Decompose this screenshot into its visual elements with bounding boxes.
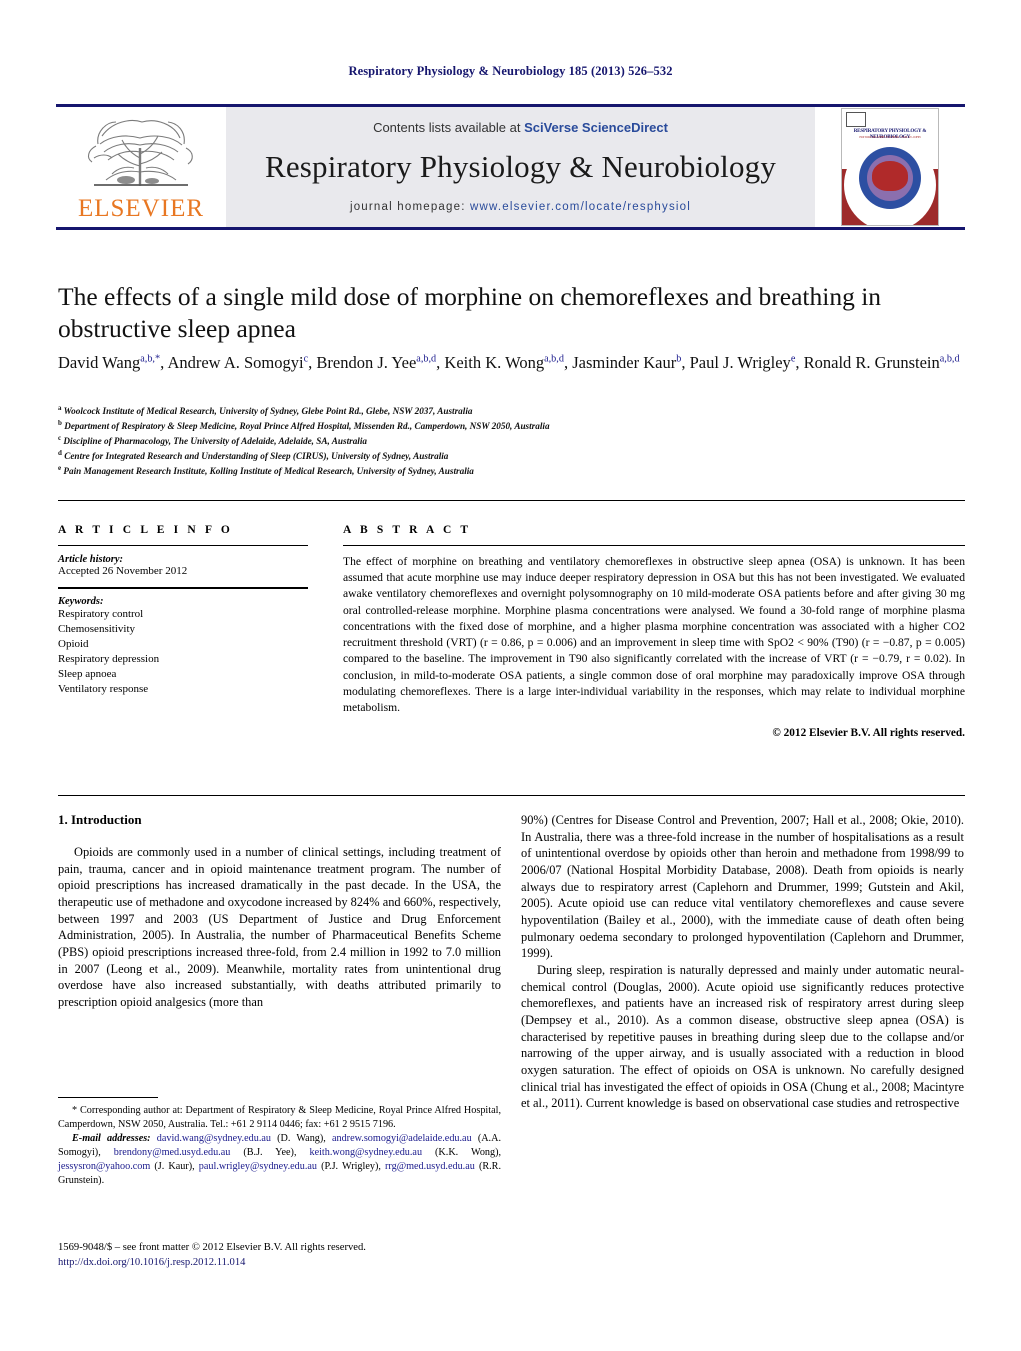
affiliation-item: c Discipline of Pharmacology, The Univer… [58, 434, 963, 449]
footnote-block: * Corresponding author at: Department of… [58, 1104, 501, 1188]
article-info-heading: A R T I C L E I N F O [58, 524, 233, 536]
affiliation-text: Woolcock Institute of Medical Research, … [63, 406, 473, 416]
colophon-block: 1569-9048/$ – see front matter © 2012 El… [58, 1240, 528, 1271]
author-marks: a,b,d [416, 353, 437, 365]
email-addresses-label: E-mail addresses: [72, 1133, 151, 1145]
keywords-list: Respiratory control Chemosensitivity Opi… [58, 607, 308, 697]
abstract-text: The effect of morphine on breathing and … [343, 555, 965, 714]
paragraph: During sleep, respiration is naturally d… [521, 963, 964, 1111]
author-name: Paul J. Wrigley [689, 353, 791, 372]
section-heading-introduction: 1. Introduction [58, 812, 142, 827]
affiliation-item: b Department of Respiratory & Sleep Medi… [58, 419, 963, 434]
keyword-item: Sleep apnoea [58, 667, 117, 680]
author-marks: a,b,d [939, 353, 960, 365]
masthead-center: Contents lists available at SciVerse Sci… [226, 107, 815, 227]
journal-title: Respiratory Physiology & Neurobiology [264, 148, 777, 184]
body-column-right: 90%) (Centres for Disease Control and Pr… [521, 812, 964, 1112]
elsevier-logo: ELSEVIER [56, 107, 226, 227]
info-top-rule [58, 500, 965, 501]
email-link[interactable]: paul.wrigley@sydney.edu.au [199, 1161, 317, 1172]
journal-reference: Respiratory Physiology & Neurobiology 18… [348, 64, 673, 78]
author-marks: a,b,* [140, 353, 161, 365]
paragraph: 90%) (Centres for Disease Control and Pr… [521, 813, 964, 961]
elsevier-wordmark: ELSEVIER [77, 194, 205, 222]
article-page: Respiratory Physiology & Neurobiology 18… [0, 0, 1021, 1351]
author-marks: a,b,d [544, 353, 564, 365]
contents-available-line: Contents lists available at SciVerse Sci… [373, 120, 668, 135]
journal-masthead: ELSEVIER Contents lists available at Sci… [56, 104, 965, 230]
author-marks: b [676, 353, 682, 365]
homepage-prefix: journal homepage: [349, 200, 470, 213]
author-name: Andrew A. Somogyi [167, 353, 304, 372]
email-link[interactable]: keith.wong@sydney.edu.au [309, 1147, 422, 1158]
affiliation-mark: b [58, 418, 62, 427]
author-name: Brendon J. Yee [316, 353, 417, 372]
email-owner: (D. Wang), [277, 1133, 326, 1145]
affiliation-text: Pain Management Research Institute, Koll… [63, 465, 474, 476]
email-link[interactable]: brendony@med.usyd.edu.au [114, 1147, 231, 1158]
affiliation-mark: c [58, 433, 62, 442]
keyword-item: Respiratory control [58, 608, 144, 620]
email-owner: (P.J. Wrigley), [321, 1161, 381, 1173]
affiliation-item: d Centre for Integrated Research and Und… [58, 449, 963, 464]
keyword-item: Ventilatory response [58, 682, 149, 695]
author-list: David Wanga,b,*, Andrew A. Somogyic, Bre… [58, 353, 960, 372]
cover-subtitle: EDITORS-IN-CHIEF P. SCHEID · W.M. ST.-JO… [859, 135, 921, 139]
paragraph: Opioids are commonly used in a number of… [58, 845, 501, 1010]
keywords-label: Keywords: [58, 596, 104, 607]
email-link[interactable]: jessysron@yahoo.com [58, 1161, 150, 1172]
affiliation-mark: e [58, 463, 62, 472]
abstract-heading: A B S T R A C T [343, 524, 472, 536]
affiliation-item: a Woolcock Institute of Medical Research… [58, 404, 963, 419]
author-name: Ronald R. Grunstein [803, 353, 940, 372]
body-column-left: 1. Introduction Opioids are commonly use… [58, 812, 501, 1011]
abstract-block: A B S T R A C T The effect of morphine o… [343, 524, 965, 739]
cover-brain-icon [872, 161, 908, 191]
article-history-value: Accepted 26 November 2012 [58, 565, 188, 577]
article-info-block: A R T I C L E I N F O Article history: A… [58, 524, 308, 697]
article-history-label: Article history: [58, 554, 124, 565]
email-owner: (J. Kaur), [154, 1161, 195, 1173]
email-link[interactable]: david.wang@sydney.edu.au [157, 1133, 271, 1144]
affiliation-list: a Woolcock Institute of Medical Research… [58, 404, 963, 479]
keyword-item: Chemosensitivity [58, 622, 135, 635]
affiliation-mark: d [58, 448, 62, 457]
email-link[interactable]: rrg@med.usyd.edu.au [385, 1161, 475, 1172]
keyword-item: Opioid [58, 637, 89, 650]
divider [343, 545, 965, 546]
affiliation-text: Discipline of Pharmacology, The Universi… [63, 435, 368, 446]
affiliation-text: Centre for Integrated Research and Under… [64, 450, 449, 461]
footnote-rule [58, 1097, 158, 1098]
author-name: David Wang [58, 353, 141, 372]
sciencedirect-link[interactable]: SciVerse ScienceDirect [524, 120, 668, 135]
author-marks: c [303, 353, 309, 365]
contents-prefix: Contents lists available at [373, 119, 525, 135]
affiliation-text: Department of Respiratory & Sleep Medici… [64, 420, 550, 431]
corresponding-author-note: * Corresponding author at: Department of… [58, 1105, 501, 1131]
doi-link[interactable]: http://dx.doi.org/10.1016/j.resp.2012.11… [58, 1255, 528, 1270]
divider [58, 587, 308, 589]
author-marks: e [790, 353, 796, 365]
journal-cover-thumbnail: RESPIRATORY PHYSIOLOGY & NEUROBIOLOGY ED… [815, 107, 965, 227]
keyword-item: Respiratory depression [58, 652, 160, 665]
article-title: The effects of a single mild dose of mor… [58, 282, 882, 344]
journal-homepage-line: journal homepage: www.elsevier.com/locat… [350, 201, 691, 213]
abstract-bottom-rule [58, 795, 965, 796]
affiliation-mark: a [58, 403, 62, 412]
divider [58, 545, 308, 546]
email-owner: (B.J. Yee), [243, 1147, 297, 1159]
email-address-list: E-mail addresses: david.wang@sydney.edu.… [58, 1132, 501, 1188]
cover-publisher-mark [846, 112, 866, 127]
issn-line: 1569-9048/$ – see front matter © 2012 El… [58, 1242, 366, 1253]
author-name: Keith K. Wong [444, 353, 545, 372]
email-link[interactable]: andrew.somogyi@adelaide.edu.au [332, 1133, 472, 1144]
abstract-copyright: © 2012 Elsevier B.V. All rights reserved… [772, 727, 965, 740]
homepage-link[interactable]: www.elsevier.com/locate/resphysiol [470, 201, 691, 213]
author-name: Jasminder Kaur [572, 353, 677, 372]
affiliation-item: e Pain Management Research Institute, Ko… [58, 464, 963, 479]
email-owner: (K.K. Wong), [435, 1147, 502, 1159]
elsevier-tree-icon [87, 119, 193, 186]
